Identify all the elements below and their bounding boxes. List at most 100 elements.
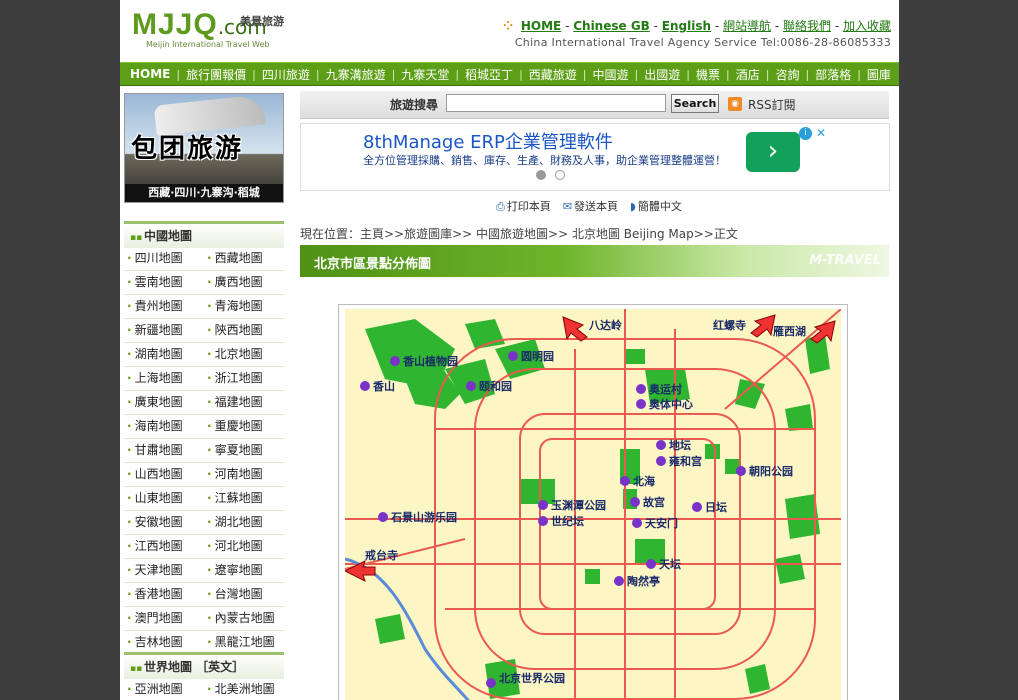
map-link[interactable]: 陝西地圖	[204, 319, 284, 342]
map-link[interactable]: 北京地圖	[204, 343, 284, 366]
link-bookmark[interactable]: 加入收藏	[843, 19, 891, 33]
link-english[interactable]: English	[662, 19, 711, 33]
nav-consult[interactable]: 咨詢	[769, 66, 805, 83]
nav-hotel[interactable]: 酒店	[730, 66, 766, 83]
map-link[interactable]: 上海地圖	[124, 367, 204, 390]
search-label: 旅遊搜尋	[390, 98, 439, 112]
nav-outbound[interactable]: 出國遊	[638, 66, 686, 83]
map-link[interactable]: 江蘇地圖	[204, 487, 284, 510]
link-chinese-gb[interactable]: Chinese GB	[573, 19, 650, 33]
carousel-dot-active[interactable]	[536, 170, 546, 180]
svg-text:香山植物园: 香山植物园	[402, 354, 458, 368]
map-link[interactable]: 山西地圖	[124, 463, 204, 486]
nav-blog[interactable]: 部落格	[809, 66, 857, 83]
map-link[interactable]: 吉林地圖	[124, 631, 204, 654]
chevron-right-icon[interactable]: ›	[746, 132, 800, 172]
map-link[interactable]: 遼寧地圖	[204, 559, 284, 582]
nav-jiuzhaigou[interactable]: 九寨溝旅遊	[320, 66, 392, 83]
nav-air-tickets[interactable]: 機票	[690, 66, 726, 83]
print-link[interactable]: ⎙ 打印本頁	[496, 198, 551, 214]
map-link[interactable]: 內蒙古地圖	[204, 607, 284, 630]
svg-text:红螺寺: 红螺寺	[713, 318, 746, 332]
map-link[interactable]: 西藏地圖	[204, 247, 284, 270]
convert-link[interactable]: ◗ 簡體中文	[630, 198, 682, 214]
map-link[interactable]: 河北地圖	[204, 535, 284, 558]
map-link[interactable]: 黑龍江地圖	[204, 631, 284, 654]
list-item: 亞洲地圖北美洲地圖	[124, 678, 284, 700]
nav-tibet[interactable]: 西藏旅遊	[523, 66, 583, 83]
close-icon[interactable]: ✕	[814, 126, 828, 140]
map-link[interactable]: 浙江地圖	[204, 367, 284, 390]
list-item: 貴州地圖青海地圖	[124, 295, 284, 319]
list-item: 湖南地圖北京地圖	[124, 343, 284, 367]
ad-title[interactable]: 8thManage ERP企業管理軟件	[363, 128, 613, 154]
list-item: 山東地圖江蘇地圖	[124, 487, 284, 511]
china-maps-heading: ▪▪ 中國地圖	[124, 221, 284, 248]
list-item: 香港地圖台灣地圖	[124, 583, 284, 607]
svg-text:北海: 北海	[633, 474, 655, 488]
banner-subtitle: 西藏·四川·九寨沟·稻城	[125, 184, 283, 202]
beijing-map[interactable]: 八达岭 红螺寺 雁西湖 香山植物园 圆明园 香山 颐和园 奥运村 奥体中心 地坛…	[338, 304, 848, 700]
link-home[interactable]: HOME	[521, 19, 561, 33]
nav-home[interactable]: HOME	[120, 67, 176, 81]
banner-title: 包团旅游	[131, 134, 244, 164]
map-link[interactable]: 澳門地圖	[124, 607, 204, 630]
map-link[interactable]: 雲南地圖	[124, 271, 204, 294]
page-title: 北京市區景點分佈圖	[314, 257, 432, 272]
nav-china-tour[interactable]: 中國遊	[587, 66, 635, 83]
info-icon[interactable]: i	[799, 127, 812, 140]
map-link[interactable]: 香港地圖	[124, 583, 204, 606]
rss-link[interactable]: RSS訂閱	[748, 96, 796, 113]
map-link[interactable]: 青海地圖	[204, 295, 284, 318]
nav-sichuan[interactable]: 四川旅遊	[256, 66, 316, 83]
link-contact[interactable]: 聯絡我們	[783, 19, 831, 33]
svg-text:石景山游乐园: 石景山游乐园	[390, 510, 457, 524]
site-logo[interactable]: MJJQ.com 美景旅游 Meijin International Trave…	[132, 10, 302, 50]
map-link[interactable]: 安徽地圖	[124, 511, 204, 534]
list-item: 海南地圖重慶地圖	[124, 415, 284, 439]
search-input[interactable]	[446, 94, 666, 112]
ad-banner[interactable]: 8thManage ERP企業管理軟件 全方位管理採購、銷售、庫存、生產、財務及…	[300, 123, 890, 191]
link-site-nav[interactable]: 網站導航	[723, 19, 771, 33]
top-links: ⁘ HOME - Chinese GB - English - 網站導航 - 聯…	[502, 19, 891, 33]
dots-icon: ⁘	[502, 19, 514, 33]
map-link[interactable]: 廣西地圖	[204, 271, 284, 294]
search-button[interactable]: Search	[671, 94, 719, 113]
map-link[interactable]: 河南地圖	[204, 463, 284, 486]
map-link[interactable]: 重慶地圖	[204, 415, 284, 438]
map-link[interactable]: 湖北地圖	[204, 511, 284, 534]
ad-subtitle: 全方位管理採購、銷售、庫存、生產、財務及人事，助企業管理整體運營！	[363, 154, 726, 167]
svg-text:雍和宫: 雍和宫	[669, 454, 702, 468]
map-link[interactable]: 新疆地圖	[124, 319, 204, 342]
send-link[interactable]: ✉ 發送本頁	[563, 198, 618, 214]
svg-text:雁西湖: 雁西湖	[773, 324, 806, 338]
map-link[interactable]: 海南地圖	[124, 415, 204, 438]
map-link[interactable]: 山東地圖	[124, 487, 204, 510]
map-link[interactable]: 福建地圖	[204, 391, 284, 414]
map-link[interactable]: 廣東地圖	[124, 391, 204, 414]
world-map-list: 亞洲地圖北美洲地圖	[124, 678, 284, 700]
map-link[interactable]: 湖南地圖	[124, 343, 204, 366]
map-link[interactable]: 寧夏地圖	[204, 439, 284, 462]
map-link[interactable]: 四川地圖	[124, 247, 204, 270]
map-link[interactable]: 亞洲地圖	[124, 678, 204, 700]
svg-text:颐和园: 颐和园	[479, 379, 512, 393]
map-link[interactable]: 北美洲地圖	[204, 678, 284, 700]
map-link[interactable]: 天津地圖	[124, 559, 204, 582]
svg-text:八达岭: 八达岭	[588, 318, 622, 332]
nav-jiuzhai-paradise[interactable]: 九寨天堂	[395, 66, 455, 83]
tour-banner[interactable]: 包团旅游 西藏·四川·九寨沟·稻城	[124, 93, 284, 203]
svg-text:陶然亭: 陶然亭	[627, 574, 660, 588]
nav-tour-prices[interactable]: 旅行團報價	[180, 66, 252, 83]
map-link[interactable]: 貴州地圖	[124, 295, 204, 318]
carousel-dot[interactable]	[555, 170, 565, 180]
svg-text:朝阳公园: 朝阳公园	[749, 464, 793, 478]
agency-info: China International Travel Agency Servic…	[514, 36, 891, 49]
map-link[interactable]: 甘肅地圖	[124, 439, 204, 462]
map-image: 八达岭 红螺寺 雁西湖 香山植物园 圆明园 香山 颐和园 奥运村 奥体中心 地坛…	[345, 309, 841, 700]
map-link[interactable]: 台灣地圖	[204, 583, 284, 606]
nav-gallery[interactable]: 圖庫	[861, 66, 897, 83]
map-link[interactable]: 江西地圖	[124, 535, 204, 558]
rss-icon[interactable]: ◉	[728, 97, 742, 111]
nav-daocheng[interactable]: 稻城亞丁	[459, 66, 519, 83]
